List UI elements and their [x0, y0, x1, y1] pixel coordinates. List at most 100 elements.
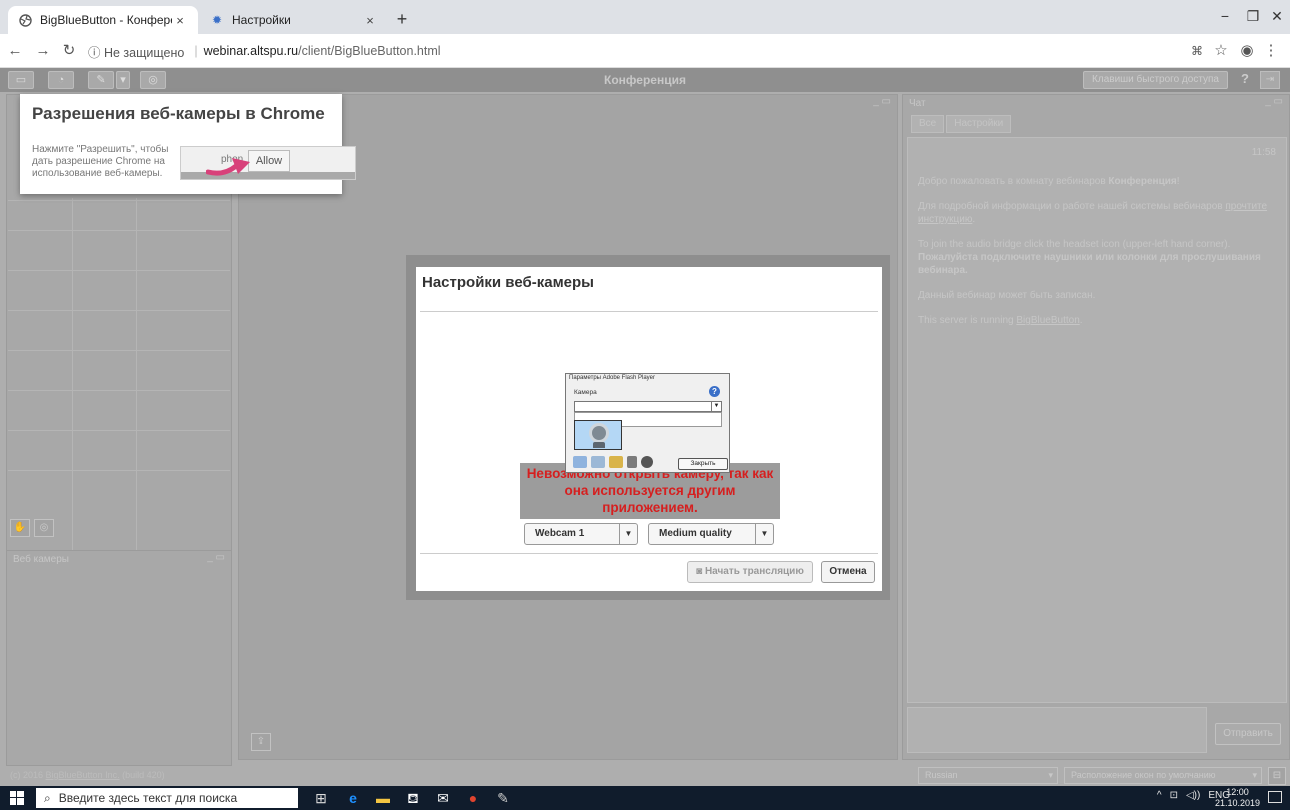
- close-tab-icon[interactable]: ×: [362, 13, 378, 28]
- display-icon[interactable]: [573, 456, 587, 468]
- chat-message: This server is running BigBlueButton.: [918, 315, 1083, 326]
- webcam-permission-popup: Разрешения веб-камеры в Chrome Нажмите "…: [20, 94, 356, 194]
- copyright-footer: (c) 2016 BigBlueButton Inc. (build 420): [10, 770, 165, 780]
- browser-tabstrip: BigBlueButton - Конференция × ✹ Настройк…: [0, 0, 1290, 34]
- grid-line: [8, 470, 230, 471]
- grid-line: [8, 200, 230, 201]
- webcams-panel-title: Веб камеры: [13, 554, 69, 565]
- language-select[interactable]: Russian ▾: [918, 767, 1058, 784]
- upload-icon[interactable]: ⇪: [251, 733, 271, 751]
- hotkeys-button[interactable]: Клавиши быстрого доступа: [1083, 71, 1228, 89]
- chat-tabs: Все Настройки: [911, 115, 1012, 133]
- cancel-button[interactable]: Отмена: [821, 561, 875, 583]
- address-separator: |: [194, 44, 198, 58]
- tab-bigbluebutton[interactable]: BigBlueButton - Конференция ×: [8, 6, 198, 34]
- windows-start-icon[interactable]: [10, 791, 24, 805]
- chat-message: Для подробной информации о работе нашей …: [918, 201, 1268, 225]
- translate-icon[interactable]: ⌘: [1188, 42, 1206, 60]
- chat-input[interactable]: [907, 707, 1207, 753]
- minimize-icon[interactable]: −: [1210, 8, 1240, 24]
- flash-camera-select[interactable]: ▼: [574, 401, 722, 412]
- windows-taskbar: ⌕ Введите здесь текст для поиска ⊞ e ▬ ⛾…: [0, 786, 1290, 810]
- grid-line: [8, 310, 230, 311]
- url-path: /client/BigBlueButton.html: [298, 44, 441, 58]
- url-host: webinar.altspu.ru: [203, 44, 299, 58]
- new-tab-button[interactable]: +: [392, 9, 412, 30]
- address-bar[interactable]: ⓘ Не защищено | webinar.altspu.ru /clien…: [88, 39, 1233, 63]
- flash-close-button[interactable]: Закрыть: [678, 458, 728, 470]
- flash-tab-icons: [573, 456, 653, 468]
- webcams-panel-header: Веб камеры _ ▭: [7, 551, 231, 569]
- network-icon[interactable]: ⊡: [1170, 790, 1178, 801]
- grid-column: [72, 198, 73, 578]
- bbb-inc-link[interactable]: BigBlueButton Inc.: [46, 770, 120, 780]
- edge-icon[interactable]: e: [344, 789, 362, 807]
- back-icon[interactable]: ←: [6, 42, 24, 60]
- permission-title: Разрешения веб-камеры в Chrome: [32, 104, 325, 123]
- panel-controls-icon[interactable]: _ ▭: [1265, 96, 1283, 107]
- forward-icon[interactable]: →: [34, 42, 52, 60]
- grid-line: [8, 270, 230, 271]
- bookmark-star-icon[interactable]: ☆: [1212, 42, 1230, 60]
- raise-hand-icon[interactable]: ✋: [10, 519, 30, 537]
- chat-messages: 11:58 Добро пожаловать в комнату вебинар…: [907, 137, 1287, 703]
- chat-panel: Чат _ ▭ Все Настройки 11:58 Добро пожало…: [902, 94, 1290, 760]
- help-button[interactable]: ?: [1234, 71, 1256, 89]
- paint-icon[interactable]: ✎: [494, 789, 512, 807]
- permission-text: Нажмите "Разрешить", чтобы дать разрешен…: [32, 144, 169, 179]
- divider: [420, 311, 878, 312]
- chat-tab-all[interactable]: Все: [911, 115, 945, 133]
- tab-title: BigBlueButton - Конференция: [40, 13, 172, 27]
- security-indicator[interactable]: ⓘ Не защищено: [88, 42, 184, 61]
- close-tab-icon[interactable]: ×: [172, 13, 188, 28]
- chat-message: Добро пожаловать в комнату вебинаров Кон…: [918, 176, 1180, 187]
- panel-controls-icon[interactable]: _ ▭: [207, 552, 225, 563]
- quality-select[interactable]: Medium quality ▼: [648, 523, 774, 545]
- account-icon[interactable]: ◉: [1238, 42, 1256, 60]
- panel-controls-icon[interactable]: _ ▭: [873, 96, 891, 107]
- dialog-title: Настройки веб-камеры: [422, 274, 594, 291]
- flash-title: Параметры Adobe Flash Player: [569, 375, 656, 381]
- app-toolbar: ▭ ◔ ✎ ▾ ◎ Конференция Клавиши быстрого д…: [0, 68, 1290, 92]
- volume-icon[interactable]: ◁)): [1186, 790, 1200, 801]
- status-bar: (c) 2016 BigBlueButton Inc. (build 420) …: [0, 766, 1290, 786]
- gear-icon: ✹: [211, 13, 223, 27]
- chrome-icon[interactable]: ●: [464, 789, 482, 807]
- logout-icon[interactable]: ⇥: [1260, 71, 1280, 89]
- chat-tab-settings[interactable]: Настройки: [946, 115, 1012, 133]
- start-broadcast-button[interactable]: ◙ Начать трансляцию: [687, 561, 813, 583]
- grid-column: [136, 198, 137, 578]
- search-icon: ⌕: [44, 790, 51, 805]
- message-time: 11:58: [1251, 147, 1276, 158]
- file-explorer-icon[interactable]: ▬: [374, 789, 392, 807]
- task-view-icon[interactable]: ⊞: [312, 789, 330, 807]
- taskbar-search[interactable]: ⌕ Введите здесь текст для поиска: [36, 788, 298, 808]
- reload-icon[interactable]: ↻: [60, 42, 78, 60]
- close-window-icon[interactable]: ✕: [1262, 8, 1290, 25]
- bigbluebutton-link[interactable]: BigBlueButton: [1016, 315, 1079, 326]
- layout-select[interactable]: Расположение окон по умолчанию ▾: [1064, 767, 1262, 784]
- mail-icon[interactable]: ✉: [434, 789, 452, 807]
- microphone-icon[interactable]: [627, 456, 637, 468]
- settings-circle-icon[interactable]: ◎: [34, 519, 54, 537]
- chevron-down-icon: ▼: [619, 524, 637, 544]
- taskbar-clock[interactable]: 12:00 21.10.2019: [1215, 787, 1260, 809]
- privacy-icon[interactable]: [591, 456, 605, 468]
- store-icon[interactable]: ⛾: [404, 789, 422, 807]
- send-button[interactable]: Отправить: [1215, 723, 1281, 745]
- chevron-down-icon: ▼: [711, 402, 721, 411]
- webcams-panel: Веб камеры _ ▭: [6, 550, 232, 766]
- allow-button[interactable]: Allow: [248, 150, 290, 172]
- help-icon[interactable]: ?: [709, 386, 720, 397]
- tray-chevron-icon[interactable]: ^: [1157, 790, 1162, 801]
- apply-layout-icon[interactable]: ⊟: [1268, 767, 1286, 785]
- grid-line: [8, 390, 230, 391]
- menu-icon[interactable]: ⋮: [1262, 42, 1280, 60]
- camera-select[interactable]: Webcam 1 ▼: [524, 523, 638, 545]
- tab-settings[interactable]: ✹ Настройки ×: [200, 6, 388, 34]
- storage-icon[interactable]: [609, 456, 623, 468]
- notification-icon[interactable]: [1268, 791, 1282, 803]
- camera-tab-icon[interactable]: [641, 456, 653, 468]
- chat-panel-title: Чат: [909, 98, 926, 109]
- browser-toolbar: ← → ↻ ⓘ Не защищено | webinar.altspu.ru …: [0, 34, 1290, 68]
